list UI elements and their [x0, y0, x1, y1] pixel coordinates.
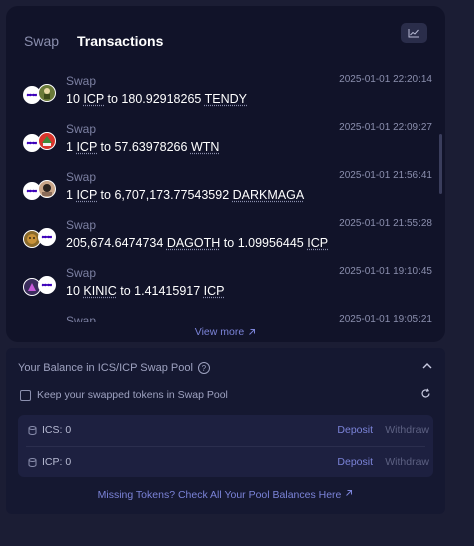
transaction-row[interactable]: Swap 2025-01-01 21:55:28 205,674.6474734… — [6, 214, 436, 258]
transaction-type: Swap — [66, 218, 97, 232]
deposit-button[interactable]: Deposit — [337, 456, 373, 468]
transaction-row[interactable]: Swap 2025-01-01 19:10:45 10 KINIC to 1.4… — [6, 262, 436, 306]
to-word: to — [223, 236, 235, 250]
darkmaga-token-icon — [38, 180, 56, 198]
token-in[interactable]: KINIC — [83, 284, 116, 298]
withdraw-button[interactable]: Withdraw — [385, 456, 429, 468]
wtn-token-icon — [38, 132, 56, 150]
token-out[interactable]: DARKMAGA — [233, 188, 305, 202]
to-word: to — [100, 188, 111, 202]
transaction-type: Swap — [66, 74, 97, 88]
amount-out: 6,707,173.77543592 — [114, 188, 230, 202]
amount-in: 1 — [66, 140, 73, 154]
transaction-time: 2025-01-01 19:10:45 — [339, 266, 432, 277]
scrollbar[interactable] — [439, 134, 442, 194]
to-word: to — [100, 140, 111, 154]
arrow-up-right-icon — [249, 329, 256, 335]
transaction-type: Swap — [66, 266, 97, 280]
transaction-time: 2025-01-01 22:09:27 — [339, 122, 432, 133]
refresh-icon[interactable] — [420, 388, 431, 399]
keep-in-pool-option[interactable]: Keep your swapped tokens in Swap Pool — [20, 389, 228, 401]
transaction-time: 2025-01-01 19:05:21 — [339, 314, 432, 322]
balance-label: ICP: 0 — [42, 456, 72, 468]
transaction-row[interactable]: Swap 2025-01-01 22:09:27 1 ICP to 57.639… — [6, 118, 436, 162]
swap-pool-panel: Your Balance in ICS/ICP Swap Pool ? Keep… — [6, 348, 445, 514]
keep-in-pool-label: Keep your swapped tokens in Swap Pool — [37, 389, 228, 401]
amount-out: 1.09956445 — [237, 236, 304, 250]
transaction-detail: 10 KINIC to 1.41415917 ICP — [66, 284, 225, 298]
deposit-button[interactable]: Deposit — [337, 424, 373, 436]
amount-out: 57.63978266 — [114, 140, 188, 154]
chart-button[interactable] — [401, 23, 427, 43]
view-more-label: View more — [194, 326, 245, 338]
transaction-detail: 10 ICP to 180.92918265 TENDY — [66, 92, 247, 106]
transaction-type: Swap — [66, 170, 97, 184]
balance-label: ICS: 0 — [42, 424, 72, 436]
balance-row-ics: ICS: 0 Deposit Withdraw — [18, 415, 433, 445]
amount-in: 10 — [66, 92, 80, 106]
transaction-type: Swap — [66, 122, 97, 136]
token-pair-icons — [23, 84, 59, 106]
tab-bar: Swap Transactions — [24, 33, 163, 49]
token-pair-icons — [23, 276, 59, 298]
line-chart-icon — [408, 29, 419, 38]
token-out[interactable]: WTN — [191, 140, 219, 154]
to-word: to — [120, 284, 131, 298]
amount-in: 205,674.6474734 — [66, 236, 164, 250]
token-out[interactable]: ICP — [307, 236, 328, 250]
icp-icon — [38, 276, 56, 294]
pool-header: Your Balance in ICS/ICP Swap Pool ? — [18, 362, 210, 374]
amount-out: 180.92918265 — [121, 92, 202, 106]
tendy-token-icon — [38, 84, 56, 102]
transaction-row[interactable]: Swap 2025-01-01 19:05:21 — [6, 310, 436, 322]
tab-transactions[interactable]: Transactions — [77, 33, 163, 49]
token-pair-icons — [23, 228, 59, 250]
token-in[interactable]: ICP — [76, 140, 97, 154]
help-icon[interactable]: ? — [197, 362, 210, 374]
tab-swap[interactable]: Swap — [24, 33, 59, 49]
pool-title: Your Balance in ICS/ICP Swap Pool — [18, 362, 193, 374]
token-out[interactable]: ICP — [204, 284, 225, 298]
icp-icon — [38, 228, 56, 246]
amount-in: 1 — [66, 188, 73, 202]
transaction-row[interactable]: Swap 2025-01-01 21:56:41 1 ICP to 6,707,… — [6, 166, 436, 210]
balances-box: ICS: 0 Deposit Withdraw ICP: 0 Deposit W… — [18, 415, 433, 477]
amount-in: 10 — [66, 284, 80, 298]
token-pair-icons — [23, 132, 59, 154]
token-out[interactable]: TENDY — [205, 92, 247, 106]
transaction-detail: 1 ICP to 57.63978266 WTN — [66, 140, 219, 154]
balance-row-icp: ICP: 0 Deposit Withdraw — [18, 447, 433, 477]
arrow-up-right-icon — [346, 490, 353, 496]
to-word: to — [107, 92, 118, 106]
token-in[interactable]: ICP — [76, 188, 97, 202]
withdraw-button[interactable]: Withdraw — [385, 424, 429, 436]
transaction-time: 2025-01-01 21:56:41 — [339, 170, 432, 181]
transaction-list[interactable]: Swap 2025-01-01 22:20:14 10 ICP to 180.9… — [6, 70, 436, 322]
keep-in-pool-checkbox[interactable] — [20, 389, 31, 401]
missing-tokens-label: Missing Tokens? Check All Your Pool Bala… — [97, 489, 342, 501]
transaction-time: 2025-01-01 21:55:28 — [339, 218, 432, 229]
token-in[interactable]: DAGOTH — [167, 236, 220, 250]
coins-icon — [28, 425, 37, 435]
transaction-row[interactable]: Swap 2025-01-01 22:20:14 10 ICP to 180.9… — [6, 70, 436, 114]
transaction-type: Swap — [66, 314, 97, 322]
coins-icon — [28, 457, 37, 467]
missing-tokens-link[interactable]: Missing Tokens? Check All Your Pool Bala… — [6, 489, 445, 501]
chevron-up-icon[interactable] — [422, 362, 432, 370]
token-pair-icons — [23, 180, 59, 202]
transaction-detail: 1 ICP to 6,707,173.77543592 DARKMAGA — [66, 188, 304, 202]
amount-out: 1.41415917 — [134, 284, 201, 298]
token-in[interactable]: ICP — [83, 92, 104, 106]
transaction-detail: 205,674.6474734 DAGOTH to 1.09956445 ICP — [66, 236, 328, 250]
transactions-card: Swap Transactions Swap 2025-01-01 22:20:… — [6, 6, 445, 342]
view-more-link[interactable]: View more — [6, 322, 445, 342]
transaction-time: 2025-01-01 22:20:14 — [339, 74, 432, 85]
